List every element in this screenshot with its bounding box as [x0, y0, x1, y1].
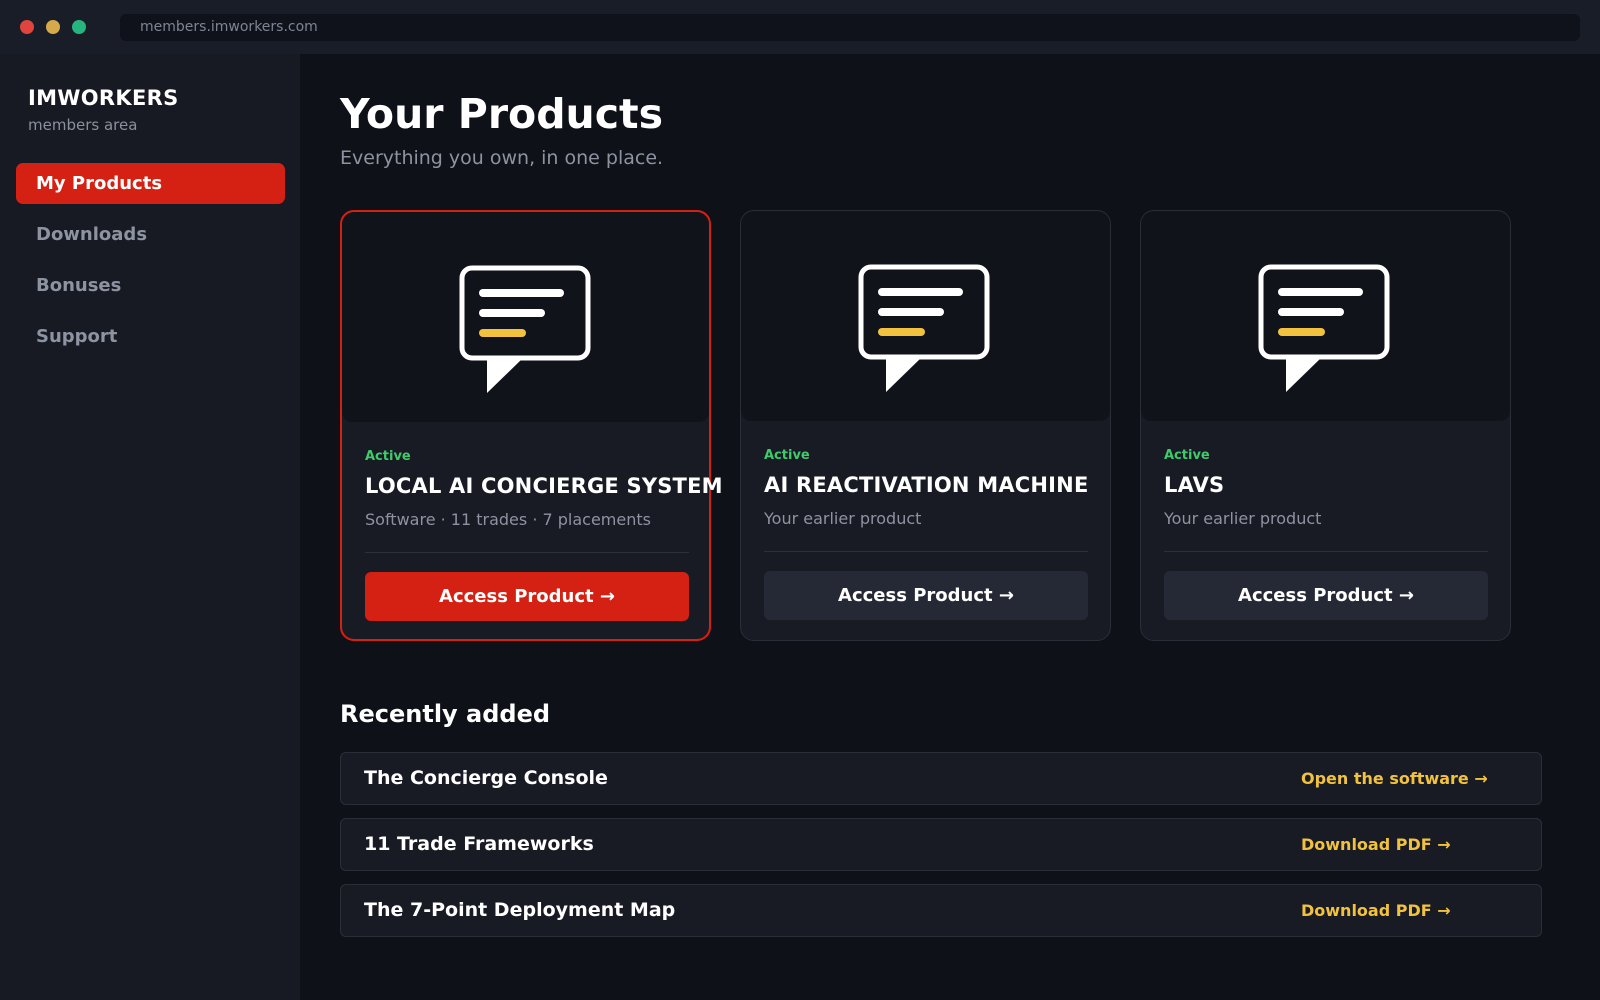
chat-bubble-icon [858, 264, 990, 392]
brand-logo[interactable]: IMWORKERS [28, 86, 179, 110]
chat-bubble-icon [1258, 264, 1390, 392]
brand-subtitle: members area [28, 116, 138, 134]
product-description: Your earlier product [1164, 509, 1322, 528]
sidebar-item-support[interactable]: Support [16, 316, 285, 357]
download-pdf-link[interactable]: Download PDF → [1301, 819, 1451, 870]
sidebar-item-downloads[interactable]: Downloads [16, 214, 285, 255]
sidebar-item-my-products[interactable]: My Products [16, 163, 285, 204]
product-hero [741, 211, 1110, 421]
product-card-ai-reactivation: Active AI REACTIVATION MACHINE Your earl… [740, 210, 1111, 641]
open-software-link[interactable]: Open the software → [1301, 753, 1488, 804]
access-product-button[interactable]: Access Product → [764, 571, 1088, 620]
product-title: AI REACTIVATION MACHINE [764, 473, 1089, 497]
list-item-concierge-console: The Concierge Console Open the software … [340, 752, 1542, 805]
product-hero [342, 212, 709, 422]
close-window-button[interactable] [20, 20, 34, 34]
divider [365, 552, 689, 553]
product-card-local-ai-concierge: Active LOCAL AI CONCIERGE SYSTEM Softwar… [340, 210, 723, 641]
status-badge: Active [764, 448, 810, 463]
status-badge: Active [1164, 448, 1210, 463]
access-product-button[interactable]: Access Product → [1164, 571, 1488, 620]
minimize-window-button[interactable] [46, 20, 60, 34]
product-title: LAVS [1164, 473, 1225, 497]
product-description: Software · 11 trades · 7 placements [365, 510, 651, 529]
list-item-trade-frameworks: 11 Trade Frameworks Download PDF → [340, 818, 1542, 871]
product-card-lavs: Active LAVS Your earlier product Access … [1140, 210, 1511, 641]
product-hero [1141, 211, 1510, 421]
list-item-title: 11 Trade Frameworks [364, 833, 594, 855]
chat-bubble-icon [459, 265, 591, 393]
access-product-button[interactable]: Access Product → [365, 572, 689, 621]
recently-added-heading: Recently added [340, 700, 551, 728]
list-item-deployment-map: The 7-Point Deployment Map Download PDF … [340, 884, 1542, 937]
browser-chrome: members.imworkers.com [0, 0, 1600, 54]
status-badge: Active [365, 449, 411, 464]
list-item-title: The Concierge Console [364, 767, 608, 789]
list-item-title: The 7-Point Deployment Map [364, 899, 676, 921]
sidebar: IMWORKERS members area My Products Downl… [0, 54, 300, 1000]
product-title: LOCAL AI CONCIERGE SYSTEM [365, 474, 723, 498]
page-title: Your Products [340, 90, 664, 138]
divider [764, 551, 1088, 552]
product-description: Your earlier product [764, 509, 922, 528]
download-pdf-link[interactable]: Download PDF → [1301, 885, 1451, 936]
maximize-window-button[interactable] [72, 20, 86, 34]
divider [1164, 551, 1488, 552]
sidebar-item-bonuses[interactable]: Bonuses [16, 265, 285, 306]
page-subtitle: Everything you own, in one place. [340, 147, 664, 169]
address-bar[interactable]: members.imworkers.com [120, 14, 1580, 41]
